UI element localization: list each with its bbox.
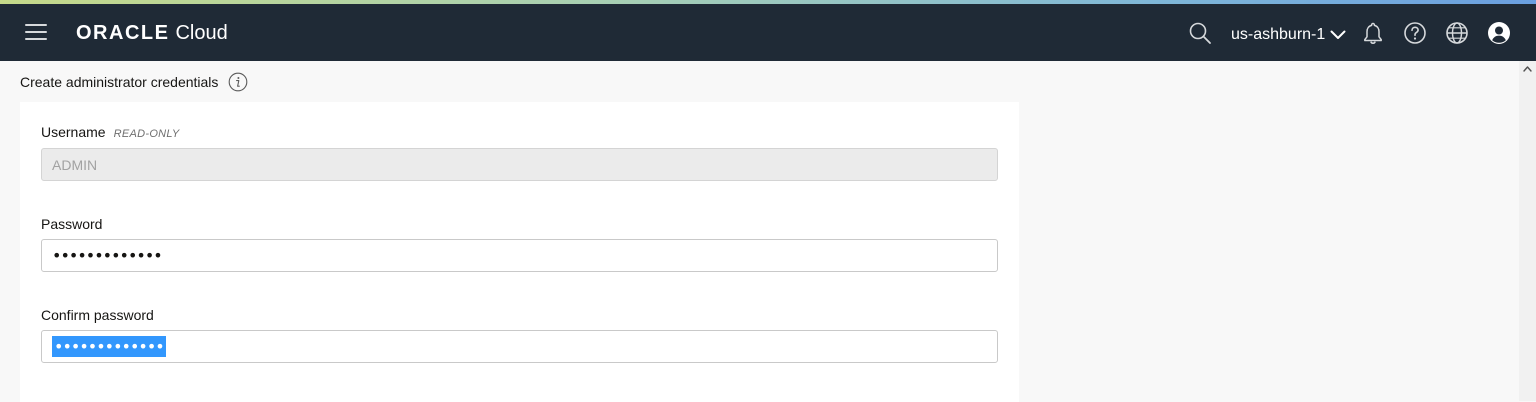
username-value: ADMIN [52, 156, 98, 173]
password-label: Password [41, 216, 103, 232]
password-value: ••••••••••••• [52, 246, 163, 265]
password-field[interactable]: ••••••••••••• [41, 239, 998, 272]
confirm-password-label: Confirm password [41, 307, 154, 323]
user-icon[interactable] [1487, 21, 1511, 45]
confirm-password-value: ••••••••••••• [52, 336, 166, 357]
menu-icon[interactable] [25, 24, 47, 41]
main-content: Create administrator credentials Usernam… [0, 61, 1519, 402]
read-only-tag: READ-ONLY [113, 128, 180, 140]
username-label-text: Username [41, 124, 106, 140]
brand-oracle-text: ORACLE [76, 21, 170, 44]
username-label: Username READ-ONLY [41, 124, 179, 140]
chevron-down-icon [1330, 30, 1346, 39]
region-label: us-ashburn-1 [1231, 26, 1326, 43]
top-navigation-bar: ORACLE Cloud us-ashburn-1 [0, 4, 1536, 61]
section-title-text: Create administrator credentials [20, 74, 219, 90]
bell-icon[interactable] [1361, 21, 1385, 45]
search-icon[interactable] [1188, 21, 1212, 45]
username-field: ADMIN [41, 148, 998, 181]
brand-cloud-text: Cloud [175, 21, 228, 44]
oracle-cloud-logo[interactable]: ORACLE Cloud [76, 19, 228, 47]
credentials-form-card: Username READ-ONLY ADMIN Password •••••••… [20, 102, 1019, 402]
info-icon[interactable] [228, 72, 248, 92]
globe-icon[interactable] [1445, 21, 1469, 45]
region-selector[interactable]: us-ashburn-1 [1231, 24, 1346, 46]
help-icon[interactable] [1403, 21, 1427, 45]
vertical-scrollbar[interactable] [1519, 61, 1536, 401]
section-title: Create administrator credentials [20, 72, 248, 92]
scroll-up-arrow-icon[interactable] [1522, 64, 1533, 74]
confirm-password-field[interactable]: ••••••••••••• [41, 330, 998, 363]
